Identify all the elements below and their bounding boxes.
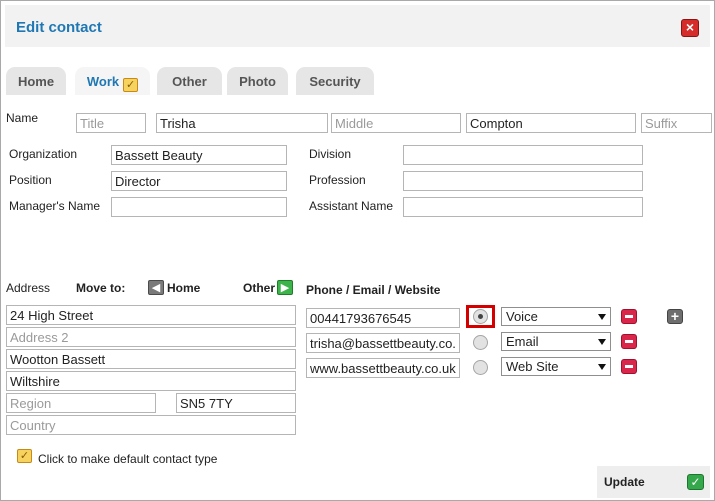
- tab-work-label: Work: [86, 74, 120, 89]
- address-street-input[interactable]: [6, 305, 296, 325]
- profession-label: Profession: [309, 173, 366, 187]
- organization-label: Organization: [9, 147, 78, 161]
- email-type-select[interactable]: Email: [501, 332, 611, 351]
- move-to-home-arrow-icon[interactable]: ◀: [148, 280, 164, 295]
- edit-contact-dialog: Edit contact × Home Work ✓ Other Photo Se…: [0, 0, 715, 501]
- profession-input[interactable]: [403, 171, 643, 191]
- phone-input[interactable]: [306, 308, 460, 328]
- tab-home-label: Home: [17, 74, 55, 89]
- tab-security[interactable]: Security: [296, 67, 374, 95]
- close-icon[interactable]: ×: [681, 19, 699, 37]
- managers-name-label: Manager's Name: [9, 199, 100, 213]
- name-last-input[interactable]: [466, 113, 636, 133]
- phone-type-value: Voice: [506, 309, 538, 324]
- remove-website-icon[interactable]: [621, 359, 637, 374]
- address-label: Address: [6, 281, 51, 295]
- address-line2-input[interactable]: [6, 327, 296, 347]
- assistant-name-label: Assistant Name: [309, 199, 394, 213]
- update-label: Update: [604, 475, 645, 489]
- email-default-radio[interactable]: [473, 335, 488, 350]
- tab-bar: Home Work ✓ Other Photo Security: [5, 67, 710, 95]
- tab-photo-label: Photo: [239, 74, 276, 89]
- managers-name-input[interactable]: [111, 197, 287, 217]
- chevron-down-icon: [598, 364, 606, 370]
- organization-input[interactable]: [111, 145, 287, 165]
- chevron-down-icon: [598, 339, 606, 345]
- work-tab-panel: Name Organization Division Position Prof…: [5, 95, 712, 498]
- address-city-input[interactable]: [6, 349, 296, 369]
- dialog-title: Edit contact: [16, 19, 102, 36]
- chevron-down-icon: [598, 314, 606, 320]
- address-country-input[interactable]: [6, 415, 296, 435]
- default-contact-type-label: Click to make default contact type: [38, 452, 218, 466]
- tab-security-label: Security: [309, 74, 361, 89]
- tab-home[interactable]: Home: [6, 67, 66, 95]
- email-type-value: Email: [506, 334, 539, 349]
- checkbox-checked-icon: ✓: [123, 78, 139, 92]
- name-suffix-input[interactable]: [641, 113, 712, 133]
- update-button[interactable]: Update ✓: [597, 466, 710, 498]
- tab-other[interactable]: Other: [157, 67, 222, 95]
- phone-email-website-header: Phone / Email / Website: [306, 283, 441, 297]
- division-label: Division: [309, 147, 352, 161]
- website-input[interactable]: [306, 358, 460, 378]
- remove-email-icon[interactable]: [621, 334, 637, 349]
- default-contact-type-icon[interactable]: ✓: [17, 449, 32, 463]
- checkmark-icon: ✓: [687, 474, 704, 490]
- move-to-other-label[interactable]: Other: [243, 281, 275, 295]
- position-label: Position: [9, 173, 52, 187]
- address-region-input[interactable]: [6, 393, 156, 413]
- assistant-name-input[interactable]: [403, 197, 643, 217]
- position-input[interactable]: [111, 171, 287, 191]
- dialog-titlebar: Edit contact ×: [5, 5, 710, 47]
- move-to-other-arrow-icon[interactable]: ▶: [277, 280, 293, 295]
- remove-phone-icon[interactable]: [621, 309, 637, 324]
- address-county-input[interactable]: [6, 371, 296, 391]
- email-input[interactable]: [306, 333, 460, 353]
- address-postcode-input[interactable]: [176, 393, 296, 413]
- move-to-label: Move to:: [76, 281, 126, 295]
- name-title-input[interactable]: [76, 113, 146, 133]
- phone-default-radio[interactable]: [473, 309, 488, 324]
- website-default-radio[interactable]: [473, 360, 488, 375]
- add-contact-method-icon[interactable]: +: [667, 309, 683, 324]
- name-label: Name: [6, 111, 39, 125]
- move-to-home-label[interactable]: Home: [167, 281, 200, 295]
- phone-type-select[interactable]: Voice: [501, 307, 611, 326]
- name-first-input[interactable]: [156, 113, 328, 133]
- division-input[interactable]: [403, 145, 643, 165]
- tab-work[interactable]: Work ✓: [75, 67, 150, 95]
- tab-other-label: Other: [172, 74, 207, 89]
- name-middle-input[interactable]: [331, 113, 461, 133]
- website-type-value: Web Site: [506, 359, 559, 374]
- website-type-select[interactable]: Web Site: [501, 357, 611, 376]
- tab-photo[interactable]: Photo: [227, 67, 288, 95]
